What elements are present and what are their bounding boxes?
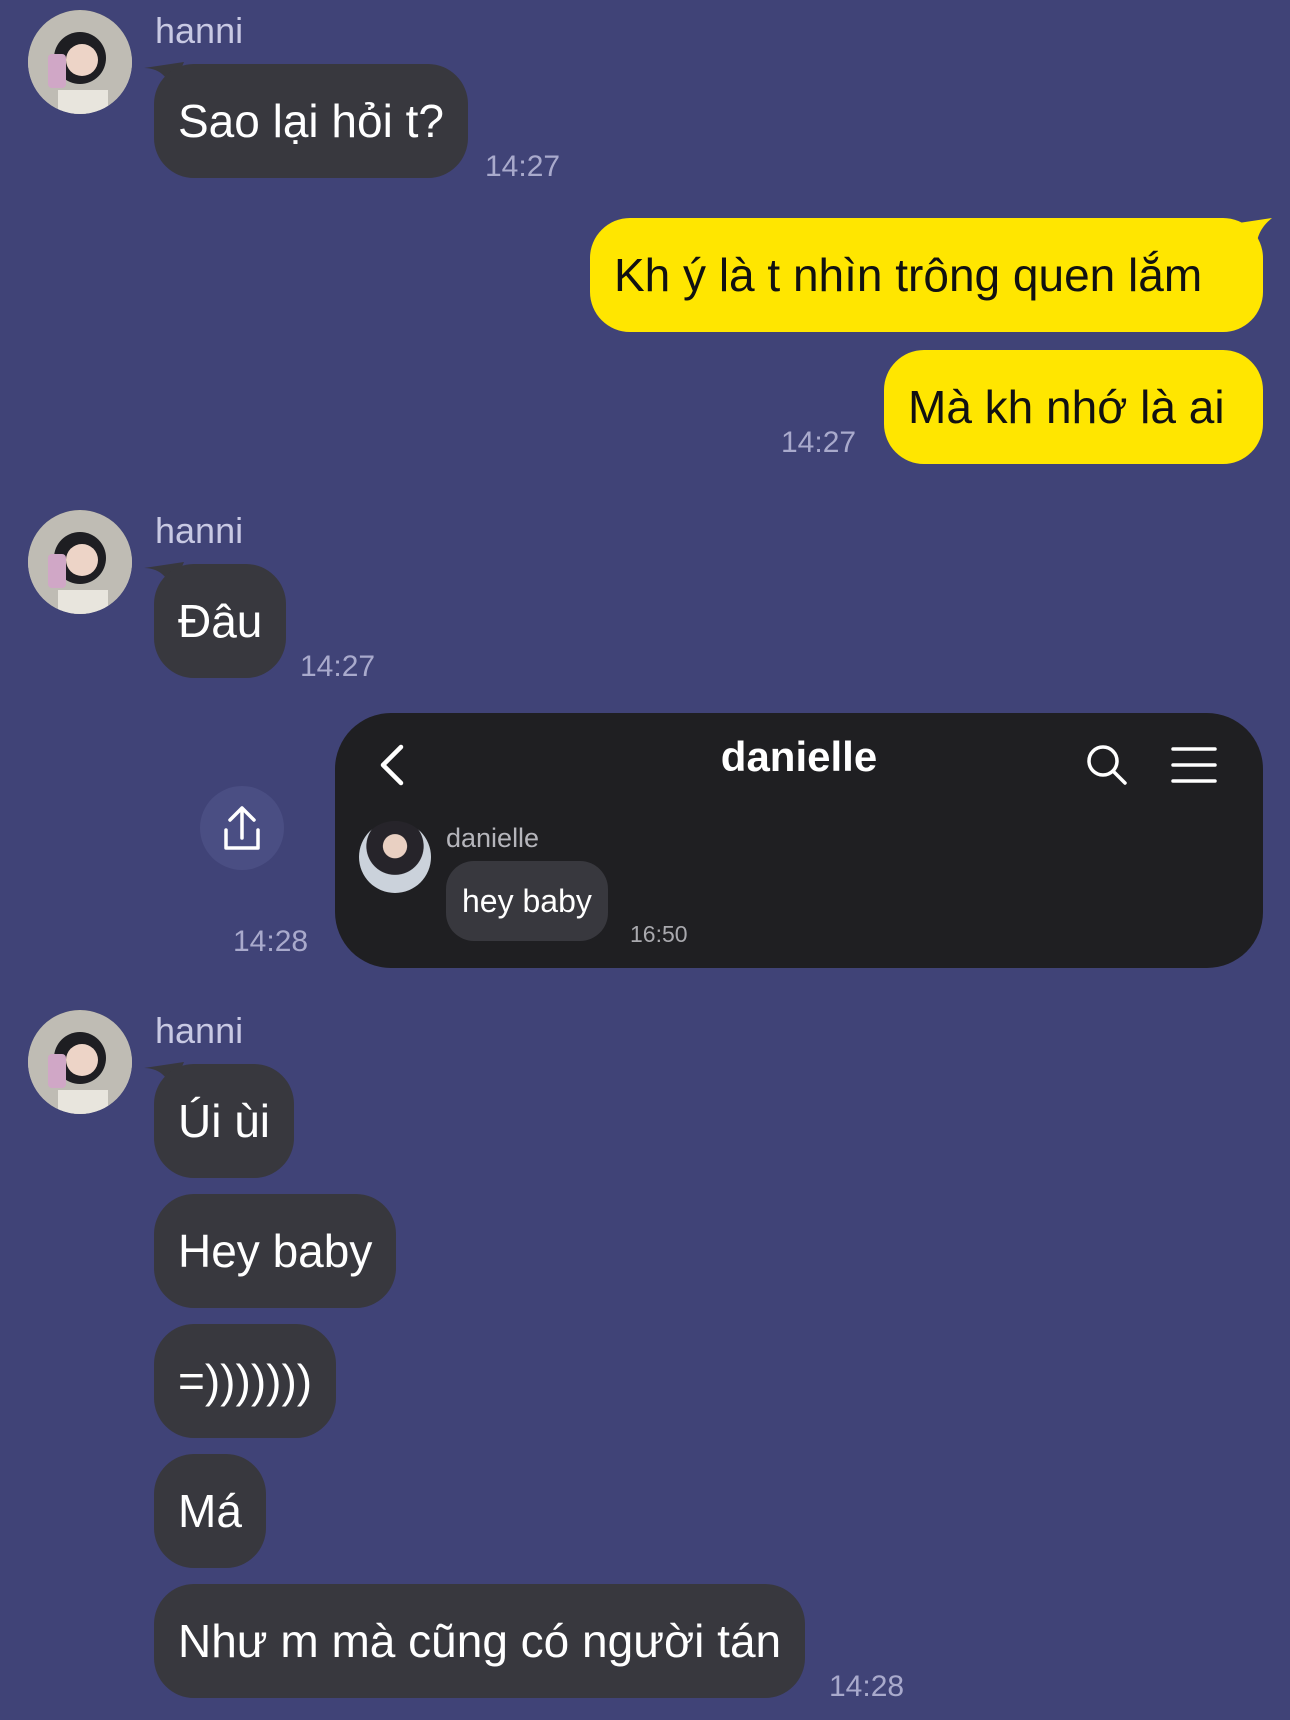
message-bubble[interactable]: Má [154,1454,266,1568]
avatar[interactable] [28,510,132,614]
avatar[interactable] [28,10,132,114]
shared-screenshot-card[interactable]: danielle danielle hey baby 16:50 [335,713,1263,968]
message-bubble[interactable]: Sao lại hỏi t? [154,64,468,178]
card-message-time: 16:50 [630,921,688,947]
share-icon [224,806,260,850]
sender-name: hanni [155,510,244,551]
message-time: 14:28 [829,1670,905,1703]
message-bubble[interactable]: Như m mà cũng có người tán [154,1584,806,1698]
message-bubble[interactable]: Mà kh nhớ là ai [884,350,1263,464]
message-time: 14:28 [233,925,309,958]
message-time: 14:27 [781,426,857,459]
card-message-bubble: hey baby [446,861,608,941]
sender-name: hanni [155,10,244,51]
card-avatar [359,821,431,893]
message-bubble[interactable]: Đâu [154,564,287,678]
message-bubble[interactable]: Hey baby [154,1194,397,1308]
message-bubble[interactable]: Úi ùi [154,1064,295,1178]
sender-name: hanni [155,1010,244,1051]
message-time: 14:27 [300,650,376,683]
search-icon [1087,745,1127,785]
message-time: 14:27 [485,150,561,183]
menu-icon [1171,747,1217,783]
message-bubble[interactable]: =))))))) [154,1324,337,1438]
avatar[interactable] [28,1010,132,1114]
card-sender-name: danielle [446,823,540,853]
share-button[interactable] [200,786,284,870]
message-bubble[interactable]: Kh ý là t nhìn trông quen lắm [590,218,1263,332]
